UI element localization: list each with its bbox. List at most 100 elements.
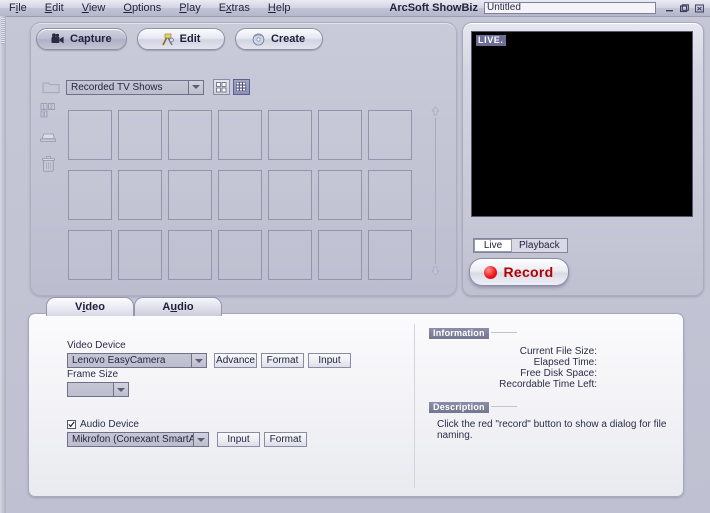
chevron-down-icon[interactable] <box>113 383 128 396</box>
description-text: Click the red "record" button to show a … <box>437 419 667 441</box>
thumbnail-cell[interactable] <box>218 170 262 220</box>
album-select[interactable]: Recorded TV Shows <box>66 79 204 95</box>
thumbnail-cell[interactable] <box>168 170 212 220</box>
record-button-label: Record <box>503 264 554 280</box>
menu-item-options[interactable]: Options <box>114 1 170 16</box>
input-button-video[interactable]: Input <box>308 353 351 368</box>
scrollbar-track[interactable] <box>435 118 436 264</box>
thumbnail-cell[interactable] <box>168 230 212 280</box>
advance-button[interactable]: Advance <box>214 353 257 368</box>
library-scrollbar[interactable] <box>430 106 444 276</box>
album-select-value: Recorded TV Shows <box>71 81 163 93</box>
info-row-free-disk-space: Free Disk Space: <box>520 368 597 379</box>
tab-create[interactable]: Create <box>234 28 323 50</box>
minimize-icon[interactable] <box>664 3 675 13</box>
view-mode-buttons <box>213 79 250 95</box>
info-row-recordable-time-left: Recordable Time Left: <box>499 379 597 390</box>
menu-item-extras[interactable]: Extras <box>210 1 259 16</box>
menu-item-view[interactable]: View <box>73 1 115 16</box>
thumbnail-cell[interactable] <box>118 230 162 280</box>
record-dot-icon <box>484 265 498 279</box>
mode-tabs: Capture Edit Create <box>36 28 323 50</box>
menu-item-file[interactable]: File <box>0 1 36 16</box>
info-row-elapsed-time: Elapsed Time: <box>533 357 597 368</box>
thumbnail-cell[interactable] <box>118 170 162 220</box>
thumbnail-cell[interactable] <box>118 110 162 160</box>
frame-size-label: Frame Size <box>67 369 119 380</box>
thumbnail-cell[interactable] <box>268 110 312 160</box>
video-device-value: Lenovo EasyCamera <box>72 355 166 366</box>
library-tool-rail: 1 2 3 <box>38 100 60 181</box>
title-area: ArcSoft ShowBiz <box>389 0 710 16</box>
tab-video[interactable]: Vi deo <box>46 297 134 316</box>
tab-edit[interactable]: Edit <box>136 28 225 50</box>
thumbnail-cell[interactable] <box>318 170 362 220</box>
thumbnail-cell[interactable] <box>368 110 412 160</box>
menu-item-help[interactable]: Help <box>259 1 300 16</box>
thumbnail-cell[interactable] <box>318 110 362 160</box>
svg-text:1: 1 <box>42 104 45 110</box>
thumbnail-cell[interactable] <box>168 110 212 160</box>
frame-size-select[interactable] <box>67 382 129 397</box>
thumbnail-cell[interactable] <box>68 230 112 280</box>
video-preview[interactable]: LIVE. <box>471 31 693 217</box>
tab-capture-label: Capture <box>70 33 112 45</box>
chevron-down-icon[interactable] <box>191 354 206 367</box>
grid-large-icon[interactable] <box>213 79 230 95</box>
app-title: ArcSoft ShowBiz <box>389 2 478 14</box>
thumbnail-cell[interactable] <box>218 110 262 160</box>
thumbnail-cell[interactable] <box>368 170 412 220</box>
audio-device-value: Mikrofon (Conexant SmartAudio H <box>72 434 196 445</box>
panel-divider <box>414 324 415 488</box>
record-button[interactable]: Record <box>469 258 569 286</box>
menu-item-play[interactable]: Play <box>170 1 209 16</box>
audio-device-checkbox[interactable] <box>67 420 76 429</box>
chevron-down-icon[interactable] <box>193 433 208 446</box>
information-group-title: Information <box>429 328 517 339</box>
thumbnail-grid[interactable] <box>68 110 423 285</box>
scanner-icon[interactable] <box>38 127 58 147</box>
chevron-down-icon[interactable] <box>188 80 203 94</box>
maximize-icon[interactable] <box>679 3 690 13</box>
thumbnail-cell[interactable] <box>268 170 312 220</box>
trash-icon[interactable] <box>38 154 58 174</box>
application-window: File Edit View Options Play Extras Help … <box>0 0 710 513</box>
audio-device-select[interactable]: Mikrofon (Conexant SmartAudio H <box>67 432 209 447</box>
tab-edit-label: Edit <box>179 33 201 45</box>
thumbnail-cell[interactable] <box>68 170 112 220</box>
sort-icon[interactable]: 1 2 3 <box>38 100 58 120</box>
grid-small-icon[interactable] <box>233 79 250 95</box>
settings-tabs: Vi deo Au dio <box>46 297 222 316</box>
project-name-input[interactable] <box>484 2 656 14</box>
tab-playback[interactable]: Playback <box>512 239 567 252</box>
frame-grip <box>1 18 5 44</box>
close-icon[interactable] <box>694 3 705 13</box>
input-button-audio[interactable]: Input <box>217 432 260 447</box>
thumbnail-cell[interactable] <box>218 230 262 280</box>
camcorder-icon <box>51 32 65 46</box>
thumbnail-cell[interactable] <box>318 230 362 280</box>
tab-create-label: Create <box>270 33 306 45</box>
tab-capture[interactable]: Capture <box>36 28 127 50</box>
format-button-audio[interactable]: Format <box>264 432 307 447</box>
svg-text:2: 2 <box>49 104 52 110</box>
menu-item-edit[interactable]: Edit <box>36 1 73 16</box>
audio-device-checkbox-row[interactable]: Audio Device <box>67 419 139 430</box>
video-device-label: Video Device <box>67 340 126 351</box>
menu-bar: File Edit View Options Play Extras Help … <box>0 0 710 17</box>
thumbnail-cell[interactable] <box>268 230 312 280</box>
window-controls <box>664 3 705 13</box>
window-frame-left <box>0 16 6 513</box>
thumbnail-cell[interactable] <box>368 230 412 280</box>
scroll-down-icon[interactable] <box>430 265 441 276</box>
tab-live[interactable]: Live <box>474 239 512 252</box>
video-device-select[interactable]: Lenovo EasyCamera <box>67 353 207 368</box>
edit-tools-icon <box>161 33 175 46</box>
description-group-title: Description <box>429 402 517 413</box>
format-button-video[interactable]: Format <box>261 353 304 368</box>
scroll-up-icon[interactable] <box>430 106 441 117</box>
svg-text:3: 3 <box>42 112 45 118</box>
tab-audio[interactable]: Au dio <box>134 297 222 316</box>
folder-icon[interactable] <box>42 80 60 94</box>
thumbnail-cell[interactable] <box>68 110 112 160</box>
